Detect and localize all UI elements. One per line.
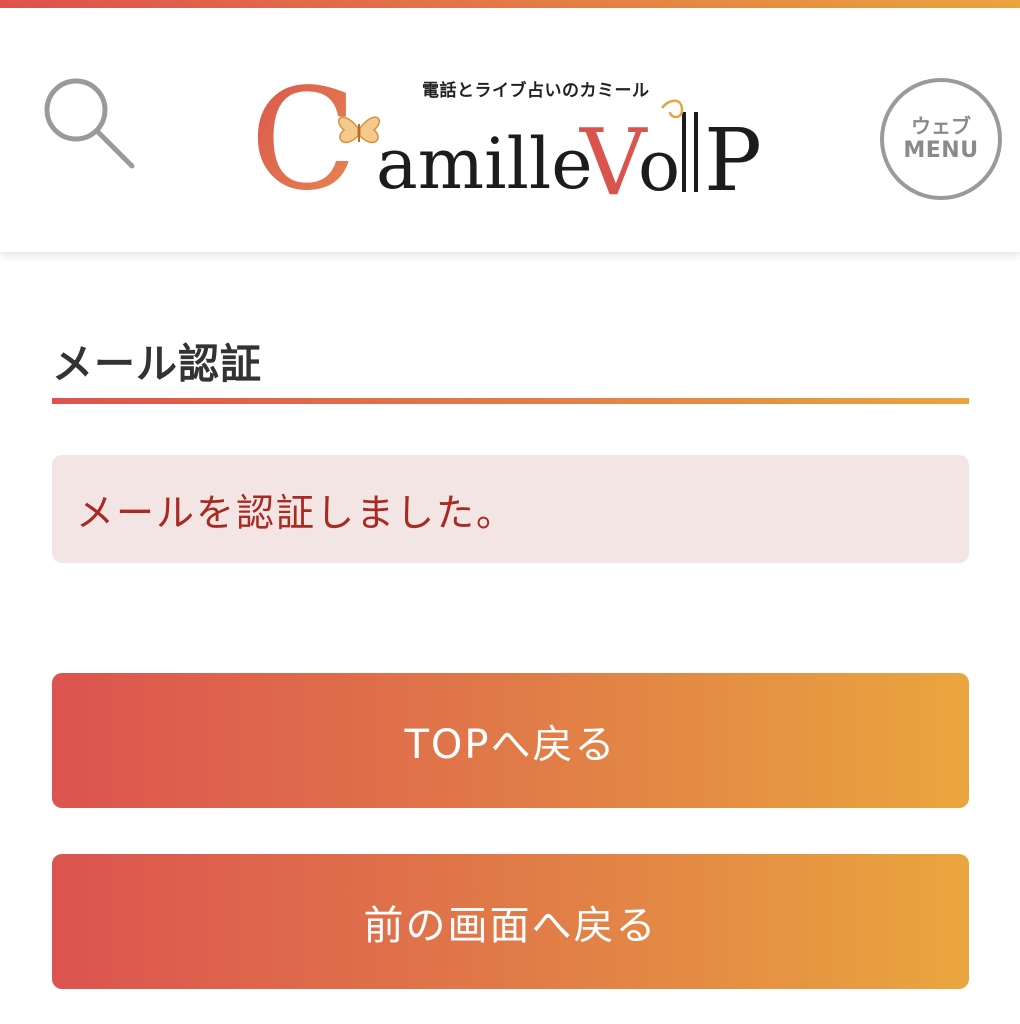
svg-text:amille: amille xyxy=(376,123,593,205)
page-title: メール認証 xyxy=(52,340,262,388)
back-to-previous-button[interactable]: 前の画面へ戻る xyxy=(52,854,969,989)
search-button[interactable] xyxy=(40,74,140,174)
butterfly-icon xyxy=(338,116,380,144)
search-icon xyxy=(44,78,135,169)
web-menu-button[interactable]: ウェブ MENU xyxy=(880,78,1002,200)
logo-wordmark: C amille V o P xyxy=(250,68,762,208)
site-header: 電話とライブ占いのカミール C amille V o P ウェブ MENU xyxy=(0,8,1020,252)
back-to-top-label: TOPへ戻る xyxy=(404,721,617,768)
success-alert: メールを認証しました。 xyxy=(52,455,969,563)
back-to-top-button[interactable]: TOPへ戻る xyxy=(52,673,969,808)
web-menu-label-top: ウェブ xyxy=(911,114,971,138)
back-to-previous-label: 前の画面へ戻る xyxy=(363,902,658,949)
title-underline xyxy=(52,398,969,404)
top-accent-stripe xyxy=(0,0,1020,8)
web-menu-label-bottom: MENU xyxy=(903,138,979,163)
svg-text:P: P xyxy=(704,111,762,208)
alert-message: メールを認証しました。 xyxy=(76,490,517,535)
site-logo[interactable]: 電話とライブ占いのカミール C amille V o P xyxy=(250,68,770,208)
svg-text:o: o xyxy=(638,125,680,207)
